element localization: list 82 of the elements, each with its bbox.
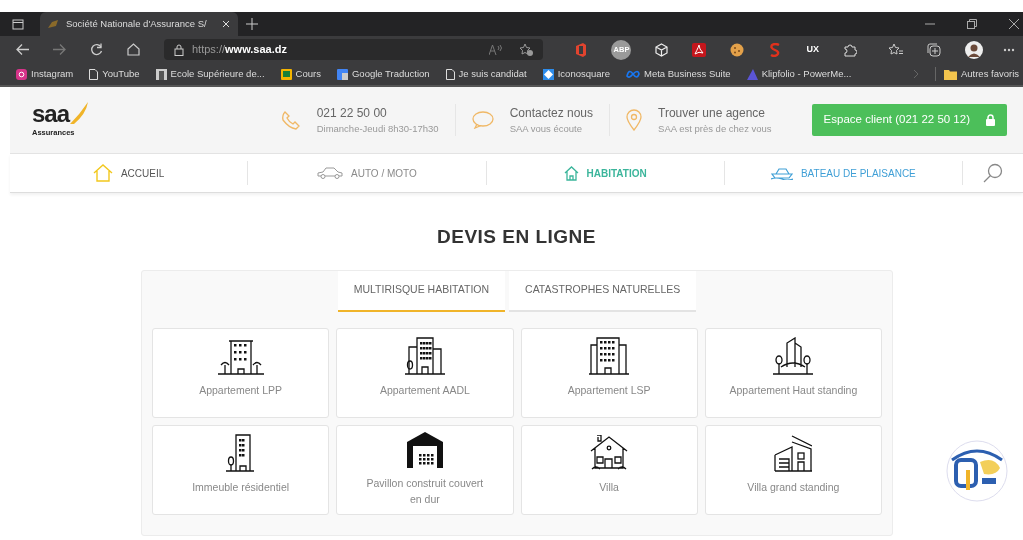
site-favicon [48, 20, 58, 28]
location-pin-icon [626, 109, 643, 131]
bookmark-link[interactable]: Je suis candidat [445, 66, 527, 82]
page-icon [445, 68, 455, 80]
product-card[interactable]: Immeuble résidentiel [152, 424, 330, 515]
chat-bubble-icon [471, 111, 494, 129]
back-icon[interactable] [16, 44, 29, 55]
refresh-icon[interactable] [90, 43, 103, 56]
product-card[interactable]: Pavillon construit couvert en dur [336, 424, 514, 515]
product-label: Appartement LPP [199, 382, 283, 398]
product-card[interactable]: Appartement Haut standing [704, 327, 882, 418]
contact-subtitle: SAA vous écoute [509, 121, 583, 136]
home-icon [563, 165, 579, 181]
home-icon[interactable] [127, 43, 140, 56]
more-icon[interactable] [1003, 47, 1015, 52]
bookmark-link[interactable]: Klipfolio - PowerMe... [746, 66, 852, 82]
url-text: https://www.saa.dz [192, 42, 288, 58]
product-label: Appartement AADL [379, 382, 470, 398]
apartment-building-icon [404, 336, 445, 375]
forward-icon[interactable] [53, 44, 66, 55]
chat-logo-icon[interactable] [946, 440, 1008, 502]
car-icon [317, 167, 343, 179]
cookie-icon[interactable] [730, 42, 745, 57]
bookmark-link[interactable]: YouTube [89, 66, 140, 82]
bookmark-link[interactable]: Instagram [16, 66, 74, 82]
bookmark-link[interactable]: Google Traduction [336, 66, 430, 82]
warehouse-icon [406, 432, 443, 468]
browser-tab[interactable]: Société Nationale d'Assurance S/ [40, 12, 238, 36]
ux-extension-icon[interactable]: UX [806, 45, 819, 54]
bookmark-link[interactable]: Iconosquare [542, 66, 610, 82]
tower-icon [773, 336, 814, 375]
collections-icon[interactable] [927, 42, 941, 57]
product-card[interactable]: Appartement LPP [152, 327, 330, 418]
profile-avatar[interactable] [965, 40, 983, 59]
boat-icon [770, 166, 793, 180]
read-aloud-icon[interactable] [489, 44, 504, 55]
close-icon[interactable] [1009, 19, 1019, 29]
product-label: Appartement LSP [567, 382, 651, 398]
contact-title: 021 22 50 00 [316, 104, 388, 122]
apartment-building-icon [225, 433, 256, 472]
home-icon [92, 164, 113, 182]
product-label: Villa [599, 479, 619, 495]
product-card[interactable]: Appartement AADL [336, 327, 514, 418]
tab-title: Société Nationale d'Assurance S/ [66, 16, 208, 31]
product-card[interactable]: Villa grand standing [704, 424, 882, 515]
contact-title: Contactez nous [509, 104, 594, 122]
page-icon [89, 68, 99, 80]
product-label: Immeuble résidentiel [192, 479, 290, 495]
address-bar[interactable]: https://www.saa.dz [164, 39, 544, 60]
contact-subtitle: SAA est près de chez vous [658, 121, 772, 136]
contact-title: Trouver une agence [658, 104, 766, 122]
phone-icon [280, 110, 301, 130]
favorites-icon[interactable] [889, 43, 903, 56]
tabs-icon[interactable] [12, 18, 24, 30]
new-tab-icon[interactable] [246, 18, 258, 30]
product-card[interactable]: Appartement LSP [520, 327, 698, 418]
folder-icon [943, 68, 957, 80]
product-card[interactable]: Villa [520, 424, 698, 515]
pdf-icon[interactable] [692, 42, 707, 57]
quote-tab[interactable]: MULTIRISQUE HABITATION [337, 270, 506, 312]
lock-icon [986, 114, 995, 126]
product-label: Villa grand standing [747, 479, 840, 495]
product-label: Appartement Haut standing [729, 382, 858, 398]
bookmark-link[interactable]: Ecole Supérieure de... [155, 66, 265, 82]
house-with-garage-icon [774, 434, 813, 472]
nav-link[interactable]: ACCUEIL [10, 161, 249, 185]
product-label: Pavillon construit couvert en dur [365, 476, 485, 507]
lock-icon [174, 43, 184, 56]
office-building-icon [589, 336, 630, 375]
page-heading: DEVIS EN LIGNE [437, 225, 596, 249]
extensions-icon[interactable] [843, 42, 857, 57]
bookmark-link[interactable]: Cours [280, 66, 321, 82]
bookmark-link[interactable]: Meta Business Suite [626, 66, 731, 82]
search-icon[interactable] [983, 163, 1003, 183]
cube-icon[interactable] [655, 42, 669, 57]
quote-tab[interactable]: CATASTROPHES NATURELLES [509, 270, 697, 312]
favorite-add-icon[interactable] [519, 43, 534, 56]
nav-link[interactable]: AUTO / MOTO [248, 161, 487, 185]
house-icon [590, 434, 629, 472]
other-bookmarks-folder[interactable]: Autres favoris [934, 66, 1023, 82]
contact-subtitle: Dimanche-Jeudi 8h30-17h30 [316, 121, 439, 136]
restore-icon[interactable] [967, 19, 977, 29]
